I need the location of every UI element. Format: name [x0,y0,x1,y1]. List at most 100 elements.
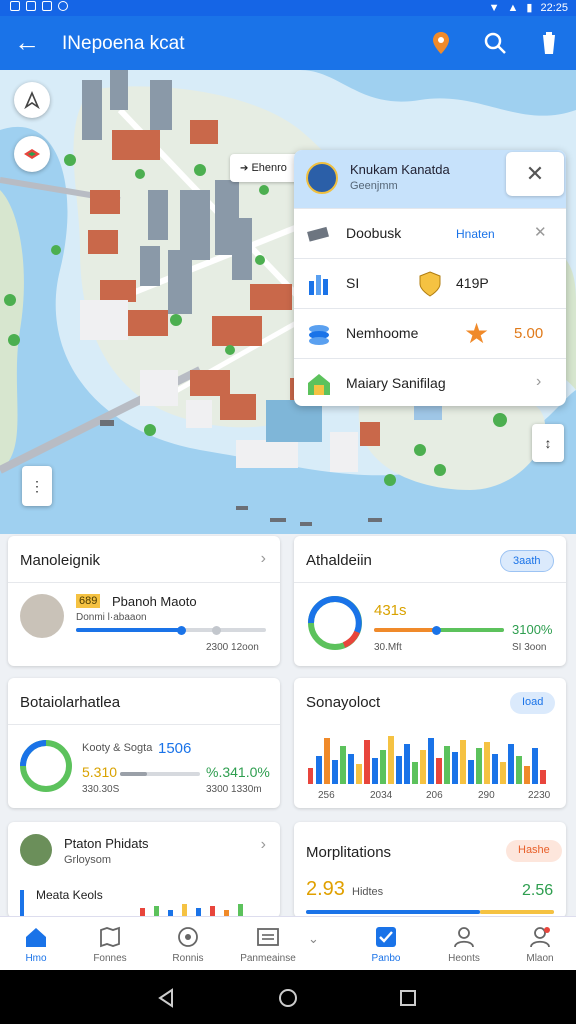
popup-row-action[interactable]: Hnaten [456,227,495,241]
chevron-right-icon[interactable]: › [261,550,266,568]
card-subtitle: Grloysom [64,854,112,866]
metric-right-value: %.341.0% [206,764,270,780]
map-location-chip[interactable]: ➔ Ehenro [230,154,300,182]
nav-item-home[interactable]: Hmo [0,917,72,971]
avatar [306,162,338,194]
star-icon: ★ [464,318,490,349]
nav-item-map[interactable]: Fonnes [74,917,146,971]
status-bar: ▼ ▲ ▮ 22:25 [0,0,576,16]
axis-tick: 256 [318,790,335,801]
explore-icon [178,927,198,947]
metric-left-label: Hidtes [352,886,384,898]
progress-track [306,910,554,914]
zoom-control[interactable]: ⋮ [22,466,52,506]
popup-subtitle: Geenjmm [350,180,398,192]
battery-status-icon: ▮ [526,2,533,14]
map-expand-button[interactable]: ↕ [532,424,564,462]
card-pill[interactable]: Hashe [506,840,562,862]
person-icon [454,927,474,948]
nav-item-tasks[interactable]: Panbo [350,917,422,971]
expand-icon: ↕ [544,435,552,451]
notification-icon [10,1,20,11]
metric-value: 431s [374,602,407,619]
progress-track [76,625,266,635]
clock: 22:25 [540,1,568,14]
close-icon[interactable]: ✕ [534,223,547,241]
account-icon [530,927,550,948]
card-6[interactable]: Morplitations Hashe 2.93 Hidtes 2.56 [294,822,566,918]
popup-row[interactable]: SI 419P [294,258,566,308]
layers-button[interactable] [14,136,50,172]
card-pill[interactable]: 3aath [500,550,554,572]
battery-icon[interactable] [536,30,562,56]
back-triangle-icon[interactable] [156,988,176,1008]
card-title: Manoleignik [20,552,101,569]
nav-item-list[interactable]: Panmeainse [232,917,304,971]
notification-icons [10,1,68,11]
popup-row[interactable]: Maiary Sanifilag › [294,358,566,406]
card-1[interactable]: Manoleignik › 689 Pbanoh Maoto Donmi l·a… [8,536,280,666]
popup-row-label: SI [346,275,360,291]
chevron-right-icon: › [536,373,542,390]
home-circle-icon[interactable] [277,987,299,1009]
page-title: INepoena kcat [62,33,185,54]
card-footer: 2300 12oon [206,642,259,653]
progress-track [374,625,504,635]
card-3[interactable]: Botaiolarhatlea Kooty & Sogta 1506 5.310… [8,678,280,808]
card-title: Ptaton Phidats [64,836,149,851]
nav-label: Ronnis [172,953,204,964]
progress-knob[interactable] [177,625,186,635]
nav-item-people[interactable]: Heonts [428,917,500,971]
app-bar: ← INepoena kcat [0,16,576,70]
metric-left-value: 5.310 [82,764,118,780]
map-view[interactable]: ⋮ ↕ ➔ Ehenro Knukam Kanatda Geenjmm ✕ Do… [0,70,576,534]
axis-tick: 2230 [528,790,551,801]
nav-label: Panmeainse [240,953,296,964]
badge-icon [419,271,441,297]
metric-left-value: 2.93 [306,878,345,900]
card-2[interactable]: Athaldeiin 3aath 431s 3100% 30.Mft SI 3o… [294,536,566,666]
popup-row-label: Doobusk [346,225,402,241]
popup-title: Knukam Kanatda [350,162,450,177]
progress-fill [306,910,480,914]
metric-label-value: 1506 [158,740,192,757]
card-footer-right: 3300 1330m [206,784,262,795]
chevron-down-icon[interactable]: ⌄ [308,931,319,947]
mini-bar-strip [20,890,243,918]
compass-button[interactable] [14,82,50,118]
ring-chart [20,740,72,792]
card-name: Pbanoh Maoto [112,594,197,609]
notification-icon [42,1,52,11]
location-pin-icon[interactable] [428,30,454,56]
nav-arrow-icon: ➔ [240,163,249,174]
card-footer-left: 330.30S [82,784,120,795]
metric-label: Kooty & Sogta [82,742,153,754]
progress-fill [374,628,436,632]
popup-row[interactable]: Nemhoome ★ 5.00 [294,308,566,358]
nav-item-explore[interactable]: Ronnis [152,917,224,971]
arrow-left-icon[interactable]: ← [14,28,40,56]
nav-label: Heonts [448,953,480,964]
recents-square-icon[interactable] [399,989,417,1007]
place-popup[interactable]: Knukam Kanatda Geenjmm ✕ Doobusk Hnaten … [294,150,566,406]
tool-icon [307,226,329,242]
navigation-icon [24,91,40,109]
chevron-right-icon[interactable]: › [261,836,266,854]
card-5[interactable]: Ptaton Phidats Grloysom › Meata Keols [8,822,280,918]
nav-item-account[interactable]: Mlaon [504,917,576,971]
axis-tick: 2034 [370,790,393,801]
nav-label: Panbo [371,953,401,964]
search-icon[interactable] [482,30,508,56]
card-footer-left: 30.Mft [374,642,402,653]
metric-right-value: 3100% [512,622,553,637]
nav-label: Mlaon [526,953,554,964]
card-title: Botaiolarhatlea [20,694,121,711]
popup-row[interactable]: Doobusk Hnaten ✕ [294,208,566,258]
bar-mini-chart [308,736,546,784]
popup-header: Knukam Kanatda Geenjmm ✕ [294,150,566,208]
card-pill[interactable]: Ioad [510,692,556,714]
close-button[interactable]: ✕ [506,152,564,196]
card-4[interactable]: Sonayoloct Ioad 256 2034 206 290 2230 [294,678,566,808]
metric-right-value: 2.56 [522,882,554,899]
progress-knob[interactable] [432,625,441,635]
